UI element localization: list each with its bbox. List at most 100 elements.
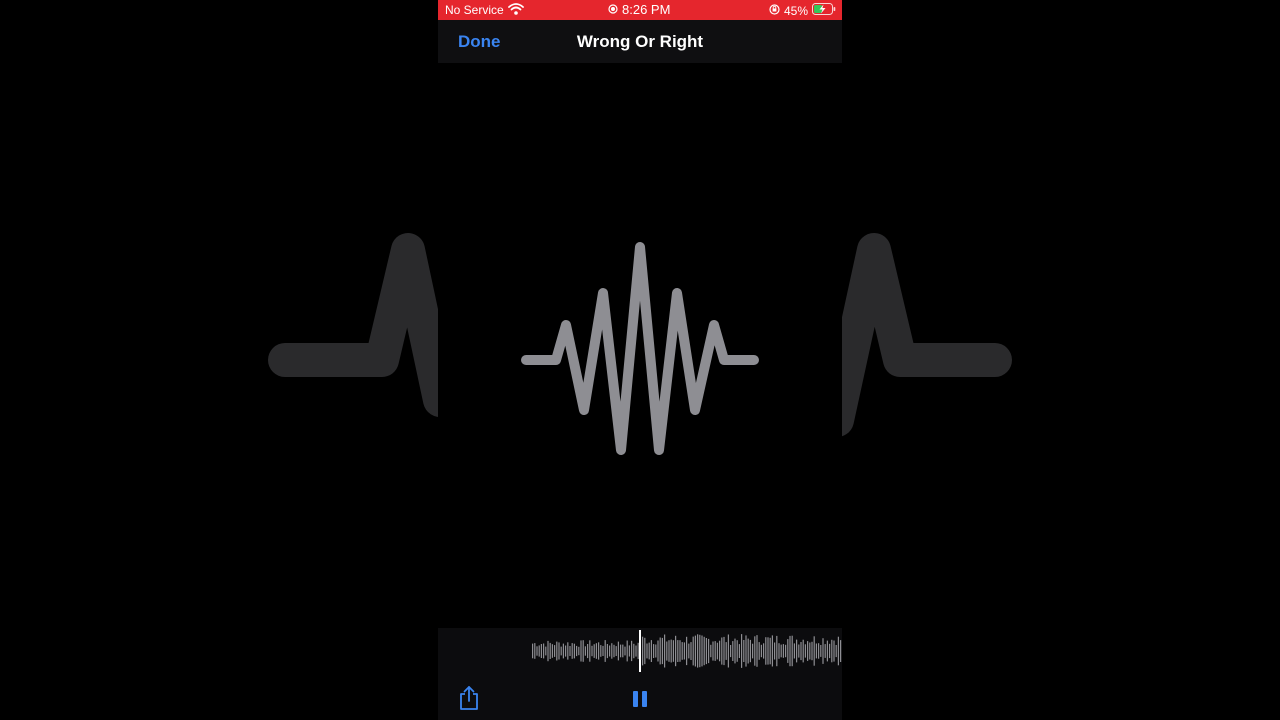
waveform-bar bbox=[705, 638, 707, 665]
waveform-bar bbox=[721, 637, 723, 665]
waveform-bar bbox=[712, 641, 714, 661]
player-controls bbox=[438, 628, 842, 720]
waveform-bar bbox=[615, 646, 617, 656]
waveform-bar bbox=[800, 642, 802, 661]
waveform-bar bbox=[734, 638, 736, 664]
waveform-bar bbox=[580, 640, 582, 662]
waveform-bar bbox=[710, 644, 712, 658]
waveform-bar bbox=[547, 640, 549, 662]
waveform-bar bbox=[683, 642, 685, 660]
battery-percent: 45% bbox=[783, 3, 808, 18]
waveform-bar bbox=[650, 640, 652, 662]
waveform-bar bbox=[679, 640, 681, 662]
waveform-bar bbox=[782, 644, 784, 658]
waveform-bar bbox=[644, 637, 646, 665]
waveform-bar bbox=[677, 640, 679, 662]
waveform-bar bbox=[835, 645, 837, 658]
waveform-bar bbox=[558, 642, 560, 660]
waveform-bar bbox=[560, 646, 562, 656]
waveform-bar bbox=[664, 634, 666, 668]
waveform-bar bbox=[763, 643, 765, 659]
waveform-bar bbox=[771, 635, 773, 667]
waveform-bar bbox=[758, 642, 760, 660]
background-artwork-left bbox=[0, 0, 438, 720]
waveform-bar bbox=[732, 641, 734, 661]
waveform-bar bbox=[657, 640, 659, 662]
waveform-bar bbox=[774, 642, 776, 660]
soundwave-icon bbox=[518, 235, 762, 470]
waveform-bar bbox=[837, 636, 839, 666]
waveform-bar bbox=[668, 640, 670, 662]
waveform-bar bbox=[716, 642, 718, 660]
waveform-bar bbox=[754, 636, 756, 666]
waveform-bar bbox=[727, 634, 729, 668]
waveform-bar bbox=[730, 645, 732, 658]
waveform-bar bbox=[551, 644, 553, 658]
waveform-bar bbox=[578, 646, 580, 656]
waveform-bar bbox=[536, 646, 538, 656]
waveform-bar bbox=[584, 646, 586, 656]
waveform-bar bbox=[798, 644, 800, 658]
waveform-bar bbox=[549, 642, 551, 659]
waveform-bar bbox=[635, 645, 637, 657]
waveform-bar bbox=[545, 646, 547, 656]
waveform-bar bbox=[725, 642, 727, 660]
waveform-bar bbox=[826, 640, 828, 662]
waveform-bar bbox=[804, 644, 806, 658]
waveform-bar bbox=[582, 640, 584, 662]
waveform-bar bbox=[567, 642, 569, 660]
waveform-bar bbox=[692, 636, 694, 666]
waveform-bar bbox=[648, 642, 650, 660]
waveform-bar bbox=[822, 638, 824, 664]
background-artwork-right bbox=[842, 0, 1280, 720]
waveform-bar bbox=[780, 644, 782, 658]
waveform-bar bbox=[659, 637, 661, 665]
waveform-bar bbox=[604, 640, 606, 662]
waveform-bar bbox=[787, 639, 789, 663]
waveform-bar bbox=[765, 637, 767, 665]
waveform-bar bbox=[752, 643, 754, 659]
waveform-bar bbox=[791, 635, 793, 667]
orientation-lock-icon bbox=[769, 3, 780, 18]
waveform-bar bbox=[543, 643, 545, 659]
carrier-label: No Service bbox=[445, 3, 504, 17]
waveform-bar bbox=[736, 640, 738, 662]
waveform-bar bbox=[809, 642, 811, 660]
waveform-bar bbox=[598, 642, 600, 660]
waveform-bar bbox=[670, 639, 672, 663]
waveform-bar bbox=[628, 645, 630, 657]
status-center: 8:26 PM bbox=[608, 2, 670, 17]
waveform-bar bbox=[747, 638, 749, 664]
waveform-bar bbox=[661, 637, 663, 665]
waveform-bar bbox=[646, 643, 648, 659]
waveform-bar bbox=[675, 635, 677, 667]
waveform-bar bbox=[815, 643, 817, 659]
waveform-bar bbox=[820, 645, 822, 657]
waveform-bar bbox=[738, 644, 740, 658]
waveform-bar bbox=[703, 636, 705, 666]
waveform-bar bbox=[807, 641, 809, 661]
waveform-bar bbox=[622, 644, 624, 658]
waveform-bar bbox=[620, 644, 622, 658]
waveform-bar bbox=[624, 646, 626, 656]
waveform-bar bbox=[593, 644, 595, 658]
waveform-bar bbox=[778, 643, 780, 659]
waveform-bar bbox=[609, 645, 611, 657]
waveform-bar bbox=[587, 644, 589, 659]
waveform-bar bbox=[589, 640, 591, 662]
waveform-bar bbox=[532, 643, 534, 659]
share-icon[interactable] bbox=[458, 685, 480, 716]
waveform-bar bbox=[749, 639, 751, 663]
waveform-bar bbox=[576, 645, 578, 657]
waveform-bar bbox=[767, 637, 769, 665]
audio-waveform-scrubber[interactable] bbox=[438, 628, 842, 674]
waveform-bar bbox=[833, 640, 835, 662]
waveform-bar bbox=[617, 641, 619, 661]
pause-icon[interactable] bbox=[630, 689, 650, 714]
waveform-bar bbox=[769, 637, 771, 665]
playhead[interactable] bbox=[639, 630, 641, 672]
waveform-bar bbox=[666, 641, 668, 661]
waveform-bar bbox=[565, 645, 567, 657]
waveform-bar bbox=[655, 644, 657, 658]
battery-charging-icon bbox=[812, 3, 836, 18]
